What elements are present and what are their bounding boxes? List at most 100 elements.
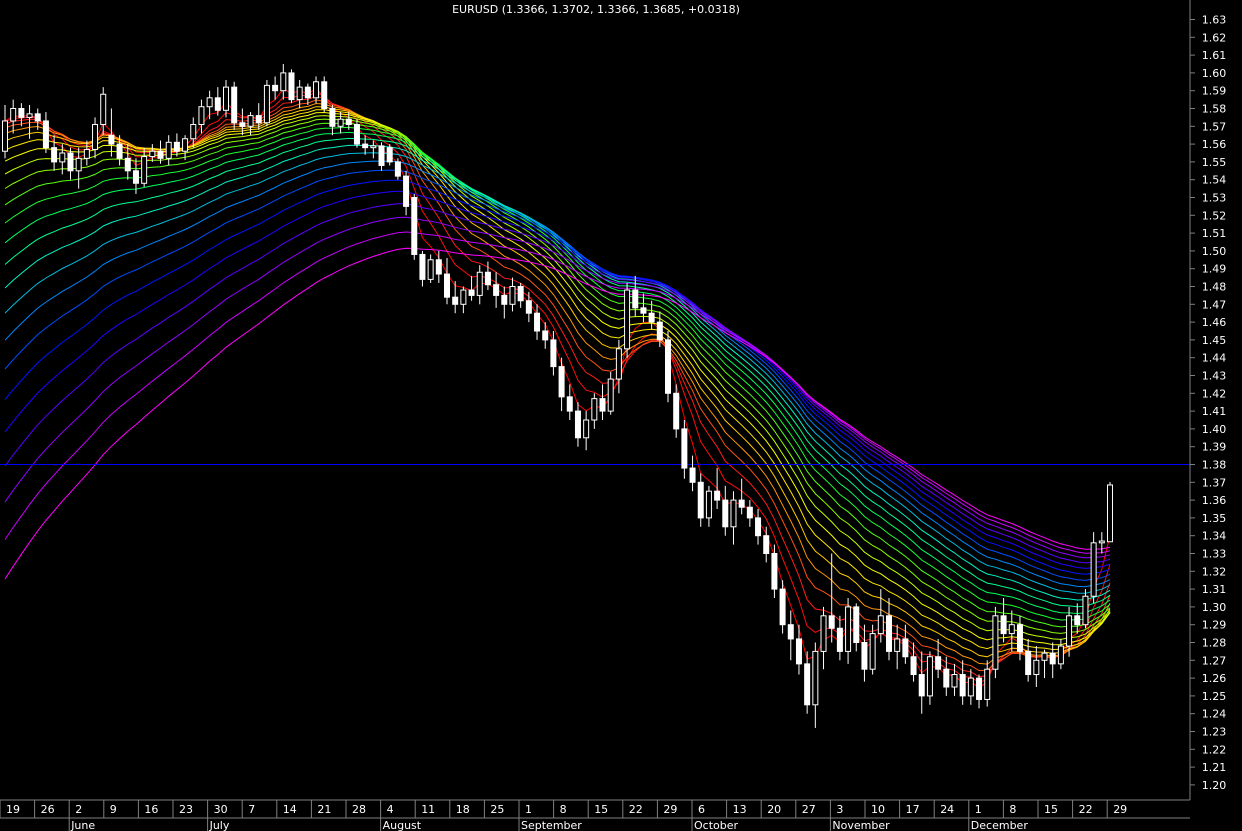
candle-body <box>362 143 369 149</box>
x-tick-label: 8 <box>560 803 567 816</box>
y-tick-label: 1.63 <box>1202 14 1227 27</box>
candle-body <box>51 147 58 163</box>
candle-body <box>1041 652 1048 661</box>
y-tick-label: 1.47 <box>1202 298 1227 311</box>
candle-body <box>1107 484 1113 543</box>
candle-body <box>804 663 811 706</box>
candle-body <box>1098 540 1105 544</box>
y-tick-label: 1.34 <box>1202 530 1227 543</box>
y-tick-label: 1.51 <box>1202 227 1227 240</box>
candle-body <box>1090 542 1097 597</box>
y-tick-label: 1.59 <box>1202 85 1227 98</box>
candle-body <box>386 147 393 163</box>
y-tick-label: 1.28 <box>1202 637 1227 650</box>
candle-body <box>607 378 614 412</box>
candle-body <box>828 615 835 629</box>
candle-body <box>1033 659 1040 676</box>
candle-body <box>280 72 287 92</box>
candle-body <box>296 86 303 101</box>
x-tick-label: 27 <box>802 803 816 816</box>
candle-body <box>182 138 189 152</box>
month-label: August <box>383 819 422 831</box>
candle-body <box>1008 624 1015 635</box>
y-tick-label: 1.43 <box>1202 370 1227 383</box>
x-tick-label: 9 <box>110 803 117 816</box>
y-tick-label: 1.31 <box>1202 583 1227 596</box>
month-label: September <box>521 819 582 831</box>
x-tick-label: 13 <box>733 803 747 816</box>
candle-body <box>460 289 467 305</box>
month-label: November <box>832 819 890 831</box>
candle-body <box>1082 595 1089 626</box>
x-tick-label: 15 <box>594 803 608 816</box>
x-tick-label: 21 <box>317 803 331 816</box>
candle-body <box>468 289 475 296</box>
y-tick-label: 1.30 <box>1202 601 1227 614</box>
candle-body <box>304 86 311 99</box>
candle-body <box>681 428 688 469</box>
candle-body <box>967 677 974 697</box>
candle-body <box>190 124 197 140</box>
candle-body <box>223 86 229 111</box>
y-tick-label: 1.22 <box>1202 743 1227 756</box>
y-tick-label: 1.54 <box>1202 174 1227 187</box>
candle-body <box>902 638 909 658</box>
candle-body <box>165 141 172 159</box>
y-tick-label: 1.39 <box>1202 441 1227 454</box>
y-tick-label: 1.52 <box>1202 209 1227 222</box>
y-tick-label: 1.33 <box>1202 548 1227 561</box>
y-tick-label: 1.25 <box>1202 690 1227 703</box>
y-tick-label: 1.37 <box>1202 476 1227 489</box>
candle-body <box>877 615 884 635</box>
candle-body <box>476 271 483 296</box>
candle-body <box>100 93 107 126</box>
y-tick-label: 1.53 <box>1202 192 1227 205</box>
month-label: June <box>70 819 95 831</box>
candle-body <box>673 392 680 430</box>
y-tick-label: 1.41 <box>1202 405 1227 418</box>
x-tick-label: 2 <box>75 803 82 816</box>
candle-body <box>116 143 123 159</box>
candle-body <box>493 284 500 296</box>
candle-body <box>272 84 279 92</box>
candle-body <box>861 642 868 670</box>
x-tick-label: 17 <box>906 803 920 816</box>
candle-body <box>321 81 328 110</box>
y-tick-label: 1.55 <box>1202 156 1227 169</box>
candle-body <box>59 152 66 163</box>
candle-body <box>2 120 8 152</box>
candle-body <box>255 115 262 124</box>
y-tick-label: 1.46 <box>1202 316 1227 329</box>
y-tick-label: 1.45 <box>1202 334 1227 347</box>
y-tick-label: 1.60 <box>1202 67 1227 80</box>
x-tick-label: 24 <box>940 803 954 816</box>
candle-body <box>329 108 336 127</box>
candle-body <box>624 289 631 350</box>
y-tick-label: 1.48 <box>1202 281 1227 294</box>
candle-body <box>141 156 148 184</box>
x-tick-label: 20 <box>767 803 781 816</box>
candle-body <box>403 175 410 207</box>
candle-body <box>75 157 82 172</box>
y-tick-label: 1.29 <box>1202 619 1227 632</box>
x-tick-label: 23 <box>179 803 193 816</box>
candle-body <box>484 271 491 286</box>
x-tick-label: 7 <box>248 803 255 816</box>
candle-body <box>206 97 213 108</box>
x-tick-label: 1 <box>975 803 982 816</box>
y-tick-label: 1.26 <box>1202 672 1227 685</box>
candle-body <box>746 506 753 519</box>
month-label: October <box>694 819 738 831</box>
candle-body <box>427 259 434 280</box>
candle-body <box>525 300 532 314</box>
candle-body <box>419 253 426 280</box>
candle-body <box>501 294 508 305</box>
candle-body <box>722 499 729 528</box>
month-label: July <box>209 819 230 831</box>
candle-body <box>263 84 270 124</box>
candle-body <box>239 122 246 127</box>
x-tick-label: 29 <box>663 803 677 816</box>
y-tick-label: 1.44 <box>1202 352 1227 365</box>
candle-body <box>26 113 33 118</box>
candle-body <box>853 606 860 644</box>
